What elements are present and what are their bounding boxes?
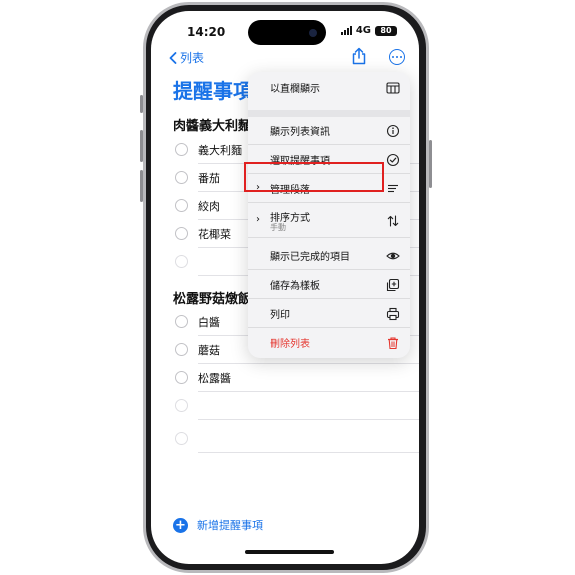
menu-item-sort-by[interactable]: › 排序方式 手動 xyxy=(248,204,410,238)
chevron-right-icon: › xyxy=(256,214,260,225)
highlight-box xyxy=(244,162,384,192)
back-label: 列表 xyxy=(180,51,205,65)
camera-icon xyxy=(309,29,317,37)
columns-icon xyxy=(386,82,400,94)
plus-square-icon xyxy=(386,278,400,292)
checkbox-circle[interactable] xyxy=(175,143,188,156)
status-time: 14:20 xyxy=(187,25,226,39)
checkbox-circle[interactable] xyxy=(175,227,188,240)
share-icon[interactable] xyxy=(351,47,367,65)
menu-item-print[interactable]: 列印 xyxy=(248,300,410,328)
checkbox-circle[interactable] xyxy=(175,371,188,384)
menu-item-label: 儲存為樣板 xyxy=(270,281,320,292)
menu-item-label: 刪除列表 xyxy=(270,339,310,350)
list-lines-icon xyxy=(388,184,398,193)
menu-item-delete-list[interactable]: 刪除列表 xyxy=(248,329,410,357)
page-title: 提醒事項 xyxy=(173,79,253,103)
menu-item-label: 列印 xyxy=(270,310,290,321)
volume-up-button xyxy=(140,130,143,162)
menu-item-show-completed[interactable]: 顯示已完成的項目 xyxy=(248,242,410,270)
eye-icon xyxy=(386,252,400,260)
info-icon xyxy=(386,124,400,138)
printer-icon xyxy=(386,307,400,321)
back-button[interactable]: 列表 xyxy=(169,49,204,66)
checkbox-circle[interactable] xyxy=(175,199,188,212)
menu-item-sublabel: 手動 xyxy=(270,223,286,232)
checkbox-circle[interactable] xyxy=(175,315,188,328)
menu-item-label: 顯示列表資訊 xyxy=(270,127,330,138)
more-options-icon[interactable] xyxy=(389,49,405,65)
network-type: 4G xyxy=(355,25,371,36)
checkbox-circle[interactable] xyxy=(175,343,188,356)
sort-arrows-icon xyxy=(387,215,399,227)
status-indicators: 4G 80 xyxy=(340,25,397,36)
list-item-label: 白醬 xyxy=(198,316,220,329)
volume-down-button xyxy=(140,170,143,202)
checkbox-circle[interactable] xyxy=(175,171,188,184)
menu-item-save-as-template[interactable]: 儲存為樣板 xyxy=(248,271,410,299)
checkbox-circle[interactable] xyxy=(175,255,188,268)
home-indicator xyxy=(245,550,334,554)
menu-item-show-list-info[interactable]: 顯示列表資訊 xyxy=(248,117,410,145)
action-button xyxy=(140,95,143,113)
chevron-left-icon xyxy=(169,51,177,64)
checkbox-circle[interactable] xyxy=(175,432,188,445)
list-item-label: 蘑菇 xyxy=(198,344,220,357)
power-button xyxy=(429,140,432,188)
trash-icon xyxy=(388,337,398,350)
add-reminder-label: 新增提醒事項 xyxy=(197,519,263,532)
list-item-label: 絞肉 xyxy=(198,200,220,213)
list-item-label: 花椰菜 xyxy=(198,228,231,241)
empty-list-item[interactable] xyxy=(173,392,419,420)
screen: 14:20 4G 80 列表 提醒事項 肉醬義大利麵 義大利麵 番茄 絞肉 花椰… xyxy=(151,11,419,564)
list-item-label: 義大利麵 xyxy=(198,144,242,157)
list-item-label: 番茄 xyxy=(198,172,220,185)
section-title: 肉醬義大利麵 xyxy=(173,119,252,134)
checkmark-circle-icon xyxy=(386,153,400,167)
context-menu: 以直欄顯示 顯示列表資訊 選取提醒事項 › 管理段落 › 排序方式 手動 顯示已… xyxy=(248,72,410,358)
signal-icon xyxy=(340,26,352,35)
list-item-label: 松露醬 xyxy=(198,372,231,385)
menu-item-label: 以直欄顯示 xyxy=(270,84,320,95)
checkbox-circle[interactable] xyxy=(175,399,188,412)
battery-icon: 80 xyxy=(375,25,397,36)
list-item[interactable]: 松露醬 xyxy=(173,364,419,392)
empty-list-item[interactable] xyxy=(173,425,419,453)
menu-item-view-as-columns[interactable]: 以直欄顯示 xyxy=(248,74,410,102)
plus-circle-icon: + xyxy=(173,517,188,533)
add-reminder-button[interactable]: + 新增提醒事項 xyxy=(173,517,263,533)
menu-item-label: 顯示已完成的項目 xyxy=(270,252,350,263)
section-title: 松露野菇燉飯 xyxy=(173,292,252,307)
